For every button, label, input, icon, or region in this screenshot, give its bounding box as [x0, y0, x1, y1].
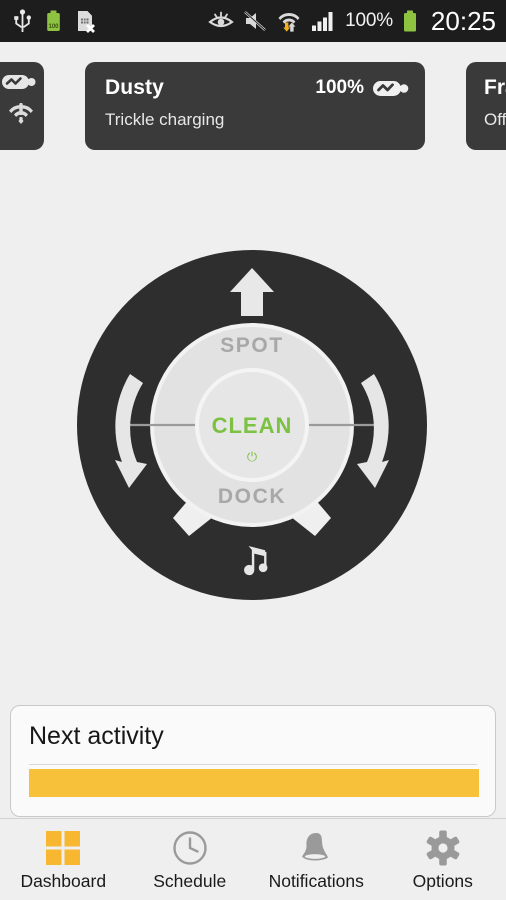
- eye-smart-stay-icon: [208, 11, 234, 31]
- nav-item-options[interactable]: Options: [380, 819, 506, 900]
- device-card-left-peek[interactable]: [0, 62, 44, 150]
- nav-item-dashboard[interactable]: Dashboard: [0, 819, 127, 900]
- next-activity-divider: [29, 764, 477, 765]
- robot-control-area: SPOT CLEAN ⏻ DOCK: [0, 172, 506, 692]
- device-card-dusty[interactable]: Dusty 100% Trickle charging: [85, 62, 425, 150]
- device-battery-group: 100%: [315, 77, 409, 99]
- wifi-alert-icon: [9, 103, 33, 124]
- nav-label-dashboard: Dashboard: [20, 871, 107, 891]
- clock-icon: [172, 830, 208, 866]
- next-activity-progress-bar: [29, 769, 479, 797]
- nav-label-options: Options: [412, 871, 473, 891]
- status-bar-left-icons: 100: [14, 8, 95, 34]
- status-bar: 100 100% 20:25: [0, 0, 506, 42]
- device-card-header-row: Dusty 100%: [105, 76, 409, 100]
- right-peek-device-status: Off: [484, 110, 506, 129]
- power-icon: ⏻: [246, 449, 258, 464]
- device-card-right-peek[interactable]: Fra Off: [466, 62, 506, 150]
- device-status-text: Trickle charging: [105, 110, 225, 129]
- next-activity-title: Next activity: [29, 722, 164, 750]
- status-bar-clock: 20:25: [430, 5, 496, 36]
- robot-control-dial[interactable]: SPOT CLEAN ⏻ DOCK: [77, 250, 427, 600]
- next-activity-card[interactable]: Next activity: [10, 705, 496, 817]
- svg-text:100: 100: [48, 24, 59, 30]
- bottom-navigation-bar[interactable]: Dashboard Schedule Notifications Options: [0, 818, 506, 900]
- nav-label-schedule: Schedule: [153, 871, 227, 891]
- gear-icon: [425, 830, 461, 866]
- nav-item-notifications[interactable]: Notifications: [253, 819, 380, 900]
- device-name: Dusty: [105, 76, 164, 99]
- grid-squares-icon: [45, 830, 81, 866]
- wifi-data-transfer-icon: [276, 9, 302, 33]
- usb-icon: [14, 8, 31, 34]
- nav-item-schedule[interactable]: Schedule: [127, 819, 254, 900]
- volume-muted-icon: [243, 10, 267, 32]
- right-peek-device-name: Fra: [484, 76, 506, 99]
- status-bar-right-icons: 100% 20:25: [208, 6, 496, 37]
- left-peek-icons: [2, 72, 36, 126]
- bell-icon: [298, 830, 334, 866]
- battery-icon: [402, 9, 418, 34]
- nav-label-notifications: Notifications: [268, 871, 364, 891]
- battery-charging-icon: [2, 75, 36, 89]
- cellular-signal-icon: [311, 10, 336, 32]
- status-battery-percent: 100%: [345, 10, 393, 31]
- device-battery-percent: 100%: [315, 77, 364, 98]
- sim-card-error-icon: [76, 9, 95, 34]
- battery-charging-icon: [373, 80, 409, 96]
- device-card-carousel[interactable]: Dusty 100% Trickle charging Fra Off: [0, 42, 506, 172]
- battery-full-green-icon: 100: [45, 9, 62, 34]
